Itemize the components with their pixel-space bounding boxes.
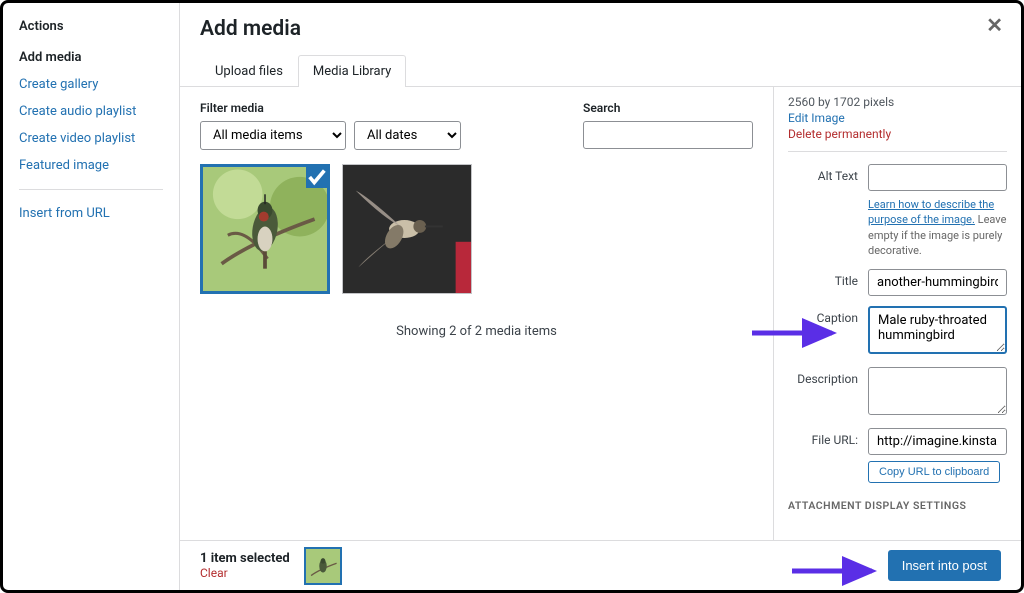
tabs: Upload files Media Library: [180, 55, 1021, 87]
filter-date-select[interactable]: All dates: [354, 121, 461, 150]
modal-footer: 1 item selected Clear Insert into post: [180, 540, 1021, 590]
page-title: Add media: [200, 17, 1001, 41]
alt-text-input[interactable]: [868, 164, 1007, 191]
sidebar-item-create-video-playlist[interactable]: Create video playlist: [3, 125, 179, 152]
attachment-display-settings-heading: ATTACHMENT DISPLAY SETTINGS: [788, 499, 1007, 512]
alt-text-label: Alt Text: [788, 164, 858, 259]
selection-count: 1 item selected: [200, 551, 290, 566]
attachment-details-panel: 2560 by 1702 pixels Edit Image Delete pe…: [773, 87, 1021, 540]
selected-check-icon: [306, 166, 328, 188]
filter-media-label: Filter media: [200, 101, 461, 115]
tab-media-library[interactable]: Media Library: [298, 55, 406, 87]
details-divider: [788, 151, 1007, 152]
caption-label: Caption: [788, 306, 858, 357]
title-label: Title: [788, 269, 858, 296]
sidebar-item-create-audio-playlist[interactable]: Create audio playlist: [3, 98, 179, 125]
filter-type-select[interactable]: All media items: [200, 121, 346, 150]
file-url-label: File URL:: [788, 428, 858, 483]
media-count-label: Showing 2 of 2 media items: [200, 324, 753, 339]
sidebar-item-create-gallery[interactable]: Create gallery: [3, 71, 179, 98]
sidebar-item-insert-from-url[interactable]: Insert from URL: [3, 200, 179, 227]
sidebar-item-add-media[interactable]: Add media: [3, 44, 179, 71]
tab-upload-files[interactable]: Upload files: [200, 55, 298, 87]
file-url-input[interactable]: [868, 428, 1007, 455]
hummingbird-flying-image: [343, 165, 471, 293]
search-label: Search: [583, 101, 753, 115]
edit-image-link[interactable]: Edit Image: [788, 111, 1007, 125]
main-panel: Add media ✕ Upload files Media Library F…: [180, 3, 1021, 590]
search-input[interactable]: [583, 121, 753, 149]
caption-textarea[interactable]: Male ruby-throated hummingbird: [868, 306, 1007, 354]
insert-into-post-button[interactable]: Insert into post: [888, 550, 1001, 581]
sidebar-heading: Actions: [3, 19, 179, 44]
alt-help-text: Learn how to describe the purpose of the…: [868, 197, 1007, 259]
sidebar-divider: [19, 189, 163, 190]
description-textarea[interactable]: [868, 367, 1007, 415]
media-thumb-2[interactable]: [342, 164, 472, 294]
media-thumb-1[interactable]: [200, 164, 330, 294]
sidebar-item-featured-image[interactable]: Featured image: [3, 152, 179, 179]
image-dimensions: 2560 by 1702 pixels: [788, 95, 1007, 109]
actions-sidebar: Actions Add media Create gallery Create …: [3, 3, 180, 590]
footer-selected-thumb[interactable]: [304, 547, 342, 585]
delete-permanently-link[interactable]: Delete permanently: [788, 127, 1007, 141]
hummingbird-perched-mini-image: [306, 549, 340, 583]
description-label: Description: [788, 367, 858, 418]
title-input[interactable]: [868, 269, 1007, 296]
copy-url-button[interactable]: Copy URL to clipboard: [868, 461, 1000, 483]
clear-selection-link[interactable]: Clear: [200, 566, 290, 580]
media-library-area: Filter media All media items All dates S…: [180, 87, 773, 540]
close-icon[interactable]: ✕: [986, 13, 1003, 37]
